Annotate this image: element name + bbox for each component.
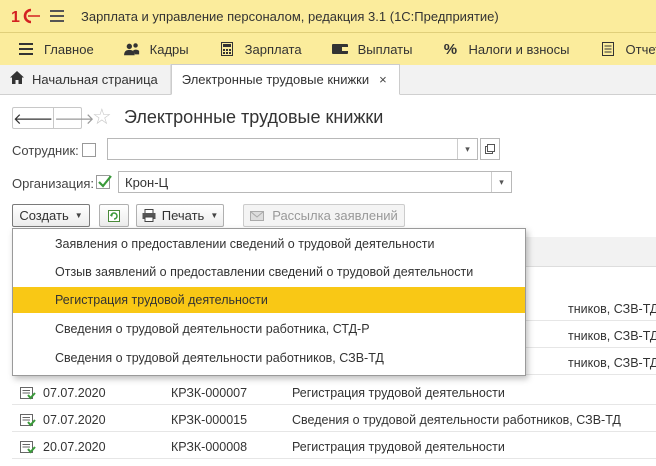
document-posted-icon bbox=[20, 413, 38, 427]
page-title: Электронные трудовые книжки bbox=[124, 107, 384, 127]
organization-value: Крон-Ц bbox=[125, 174, 169, 190]
section-label: Налоги и взносы bbox=[468, 41, 570, 57]
section-main[interactable]: Главное bbox=[0, 33, 106, 65]
create-dropdown-menu: Заявления о предоставлении сведений о тр… bbox=[12, 228, 526, 376]
row-date: 07.07.2020 bbox=[43, 386, 106, 400]
chevron-down-icon: ▼ bbox=[210, 211, 219, 220]
row-number: КРЗК-000008 bbox=[171, 440, 248, 454]
tab-home[interactable]: Начальная страница bbox=[0, 64, 171, 94]
document-posted-icon bbox=[20, 440, 38, 454]
report-icon bbox=[600, 41, 616, 57]
hamburger-icon bbox=[18, 41, 34, 57]
row-kind: тников, СЗВ-ТД bbox=[568, 329, 656, 343]
table-row[interactable]: 20.07.2020 КРЗК-000008 Регистрация трудо… bbox=[12, 436, 656, 459]
tab-electronic-work-books[interactable]: Электронные трудовые книжки × bbox=[170, 64, 400, 95]
table-row[interactable]: 07.07.2020 КРЗК-000015 Сведения о трудов… bbox=[12, 409, 656, 432]
tab-home-label: Начальная страница bbox=[32, 71, 158, 87]
row-date: 20.07.2020 bbox=[43, 440, 106, 454]
navigation-buttons: 🡐 🡒 bbox=[12, 107, 94, 129]
chevron-down-icon: ▼ bbox=[74, 211, 83, 220]
mailing-button[interactable]: Рассылка заявлений bbox=[243, 204, 405, 227]
percent-icon: % bbox=[443, 40, 458, 58]
wallet-icon bbox=[331, 41, 348, 57]
chevron-down-icon[interactable]: ▾ bbox=[491, 172, 511, 192]
employee-checkbox[interactable] bbox=[82, 143, 96, 157]
mailing-label: Рассылка заявлений bbox=[272, 208, 398, 223]
row-kind: Регистрация трудовой деятельности bbox=[292, 386, 505, 400]
close-icon[interactable]: × bbox=[379, 72, 387, 87]
row-kind: тников, СЗВ-ТД bbox=[568, 302, 656, 316]
organization-label: Организация: bbox=[12, 176, 95, 191]
home-icon bbox=[10, 71, 24, 87]
menu-item-register-work-activity[interactable]: Регистрация трудовой деятельности bbox=[13, 287, 525, 313]
section-label: Отчеты bbox=[625, 41, 656, 57]
section-label: Кадры bbox=[149, 41, 189, 57]
main-menu-icon[interactable] bbox=[50, 10, 64, 22]
back-arrow-icon[interactable]: 🡐 bbox=[13, 108, 53, 128]
tab-bar: Начальная страница Электронные трудовые … bbox=[0, 64, 656, 95]
favorite-star-icon[interactable]: ☆ bbox=[92, 104, 112, 130]
menu-item-request-info[interactable]: Заявления о предоставлении сведений о тр… bbox=[13, 231, 525, 257]
window-title: Зарплата и управление персоналом, редакц… bbox=[81, 8, 499, 24]
row-kind: тников, СЗВ-ТД bbox=[568, 356, 656, 370]
sections-panel: Главное Кадры Зарплата Выплаты % Налоги … bbox=[0, 33, 656, 65]
people-icon bbox=[123, 41, 140, 57]
employee-field[interactable]: ▾ bbox=[107, 138, 478, 160]
section-label: Выплаты bbox=[357, 41, 413, 57]
open-icon[interactable] bbox=[480, 138, 500, 160]
refresh-icon bbox=[108, 209, 120, 222]
create-button[interactable]: Создать ▼ bbox=[12, 204, 90, 227]
row-number: КРЗК-000015 bbox=[171, 413, 248, 427]
create-label: Создать bbox=[19, 208, 69, 223]
section-taxes[interactable]: % Налоги и взносы bbox=[424, 33, 581, 65]
menu-item-szv-td[interactable]: Сведения о трудовой деятельности работни… bbox=[13, 345, 525, 371]
section-payments[interactable]: Выплаты bbox=[314, 33, 425, 65]
calculator-icon bbox=[219, 41, 235, 57]
section-salary[interactable]: Зарплата bbox=[201, 33, 314, 65]
section-label: Зарплата bbox=[244, 41, 302, 57]
title-bar: 1 Зарплата и управление персоналом, реда… bbox=[0, 0, 656, 33]
printer-icon bbox=[142, 209, 156, 222]
chevron-down-icon[interactable]: ▾ bbox=[457, 139, 477, 159]
section-hr[interactable]: Кадры bbox=[106, 33, 201, 65]
document-posted-icon bbox=[20, 386, 38, 400]
refresh-button[interactable] bbox=[99, 204, 129, 227]
row-date: 07.07.2020 bbox=[43, 413, 106, 427]
menu-item-withdraw-request[interactable]: Отзыв заявлений о предоставлении сведени… bbox=[13, 259, 525, 285]
row-number: КРЗК-000007 bbox=[171, 386, 248, 400]
table-row[interactable]: 07.07.2020 КРЗК-000007 Регистрация трудо… bbox=[12, 382, 656, 405]
organization-checkbox[interactable] bbox=[96, 175, 112, 189]
row-kind: Регистрация трудовой деятельности bbox=[292, 440, 505, 454]
section-reports[interactable]: Отчеты bbox=[582, 33, 656, 65]
tab-label: Электронные трудовые книжки bbox=[181, 72, 370, 87]
section-label: Главное bbox=[44, 41, 94, 57]
forward-arrow-icon[interactable]: 🡒 bbox=[53, 108, 94, 128]
menu-item-std-r[interactable]: Сведения о трудовой деятельности работни… bbox=[13, 316, 525, 342]
employee-label: Сотрудник: bbox=[12, 143, 79, 158]
1c-logo[interactable]: 1 bbox=[10, 6, 42, 26]
print-button[interactable]: Печать ▼ bbox=[136, 204, 224, 227]
print-label: Печать bbox=[161, 208, 205, 223]
svg-text:1: 1 bbox=[11, 9, 20, 25]
organization-field[interactable]: Крон-Ц ▾ bbox=[118, 171, 512, 193]
envelope-icon bbox=[250, 210, 265, 221]
row-kind: Сведения о трудовой деятельности работни… bbox=[292, 413, 621, 427]
